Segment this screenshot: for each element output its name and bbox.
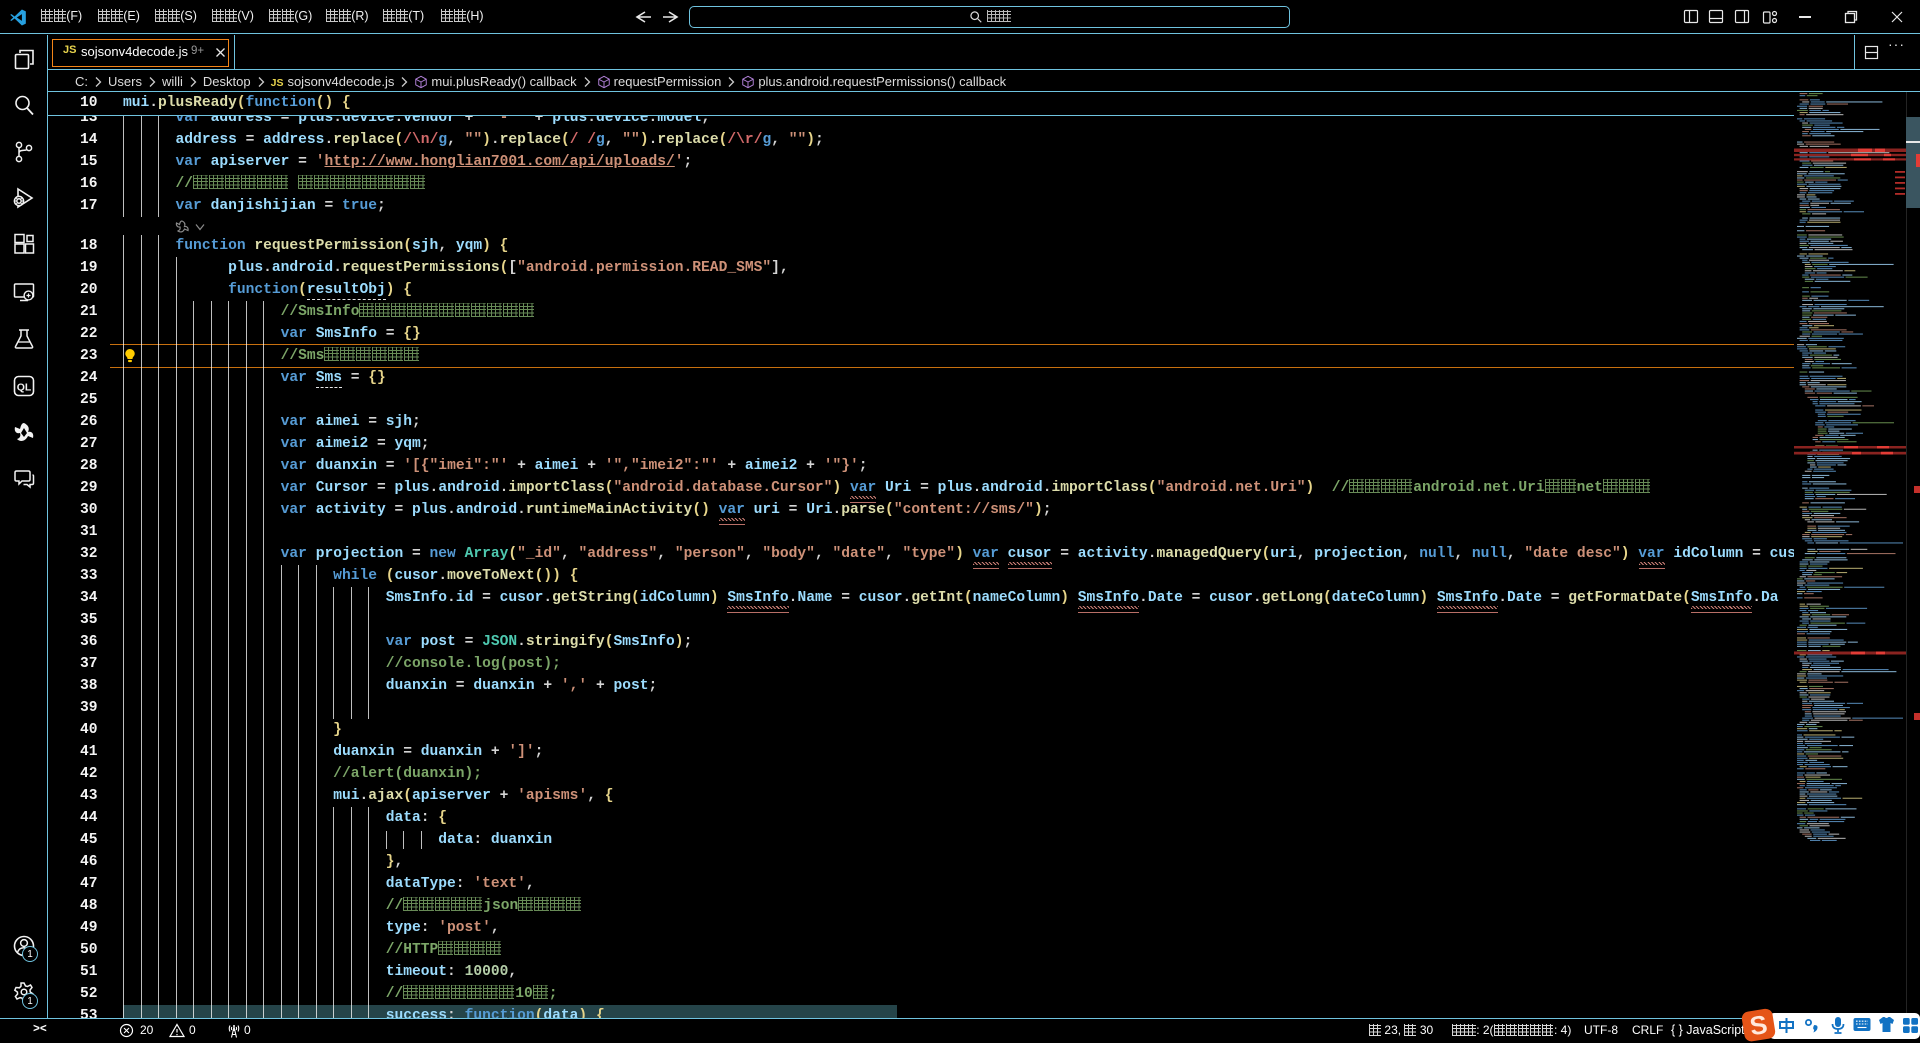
svg-text:QL: QL	[17, 382, 32, 394]
